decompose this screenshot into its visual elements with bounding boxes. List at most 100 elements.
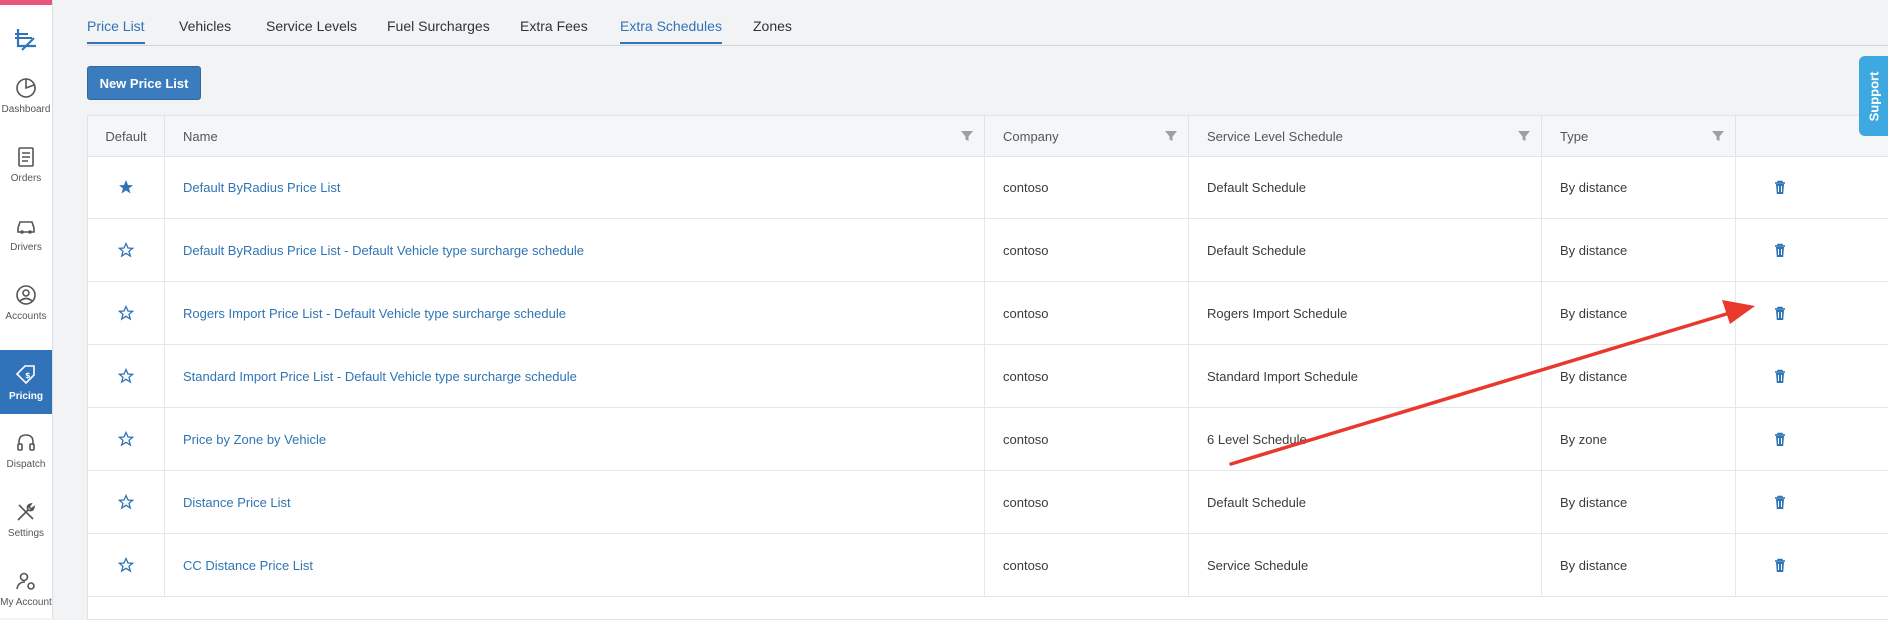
schedule-cell: 6 Level Schedule — [1189, 408, 1542, 470]
filter-icon[interactable] — [1711, 129, 1725, 143]
company-cell: contoso — [985, 534, 1189, 596]
sidebar-item-label: Accounts — [5, 310, 47, 322]
tab-fuel-surcharges[interactable]: Fuel Surcharges — [387, 18, 490, 42]
actions-cell — [1736, 219, 1888, 281]
trash-icon[interactable] — [1772, 305, 1788, 321]
sidebar-item-my-account[interactable]: My Account — [0, 558, 52, 618]
column-header-type[interactable]: Type — [1542, 116, 1736, 156]
default-cell — [88, 282, 165, 344]
trash-icon[interactable] — [1772, 431, 1788, 447]
name-cell: Rogers Import Price List - Default Vehic… — [165, 282, 985, 344]
name-cell: CC Distance Price List — [165, 534, 985, 596]
tools-icon — [17, 502, 36, 521]
star-outline-icon[interactable] — [118, 431, 134, 447]
new-price-list-button[interactable]: New Price List — [87, 66, 201, 100]
svg-text:$: $ — [25, 371, 31, 380]
sidebar-item-dispatch[interactable]: Dispatch — [0, 420, 52, 480]
price-list-name-link[interactable]: Price by Zone by Vehicle — [183, 432, 326, 447]
actions-cell — [1736, 282, 1888, 344]
star-outline-icon[interactable] — [118, 305, 134, 321]
schedule-value: Default Schedule — [1207, 242, 1307, 258]
company-value: contoso — [1003, 242, 1049, 258]
company-value: contoso — [1003, 179, 1049, 195]
type-cell: By distance — [1542, 156, 1736, 218]
type-value: By distance — [1560, 557, 1628, 573]
trash-icon[interactable] — [1772, 494, 1788, 510]
sidebar-item-label: Dashboard — [1, 103, 51, 115]
support-button[interactable]: Support — [1859, 56, 1888, 136]
star-outline-icon[interactable] — [118, 494, 134, 510]
sidebar-item-dashboard[interactable]: Dashboard — [0, 65, 52, 125]
actions-cell — [1736, 471, 1888, 533]
schedule-value: Standard Import Schedule — [1207, 368, 1359, 384]
sidebar-item-label: Settings — [7, 527, 45, 539]
name-cell: Standard Import Price List - Default Veh… — [165, 345, 985, 407]
table-row: Standard Import Price List - Default Veh… — [88, 345, 1888, 408]
star-outline-icon[interactable] — [118, 557, 134, 573]
star-outline-icon[interactable] — [118, 242, 134, 258]
orders-icon — [18, 146, 34, 167]
sidebar-item-label: Dispatch — [6, 458, 46, 470]
sidebar-item-label: Pricing — [9, 390, 43, 402]
company-cell: contoso — [985, 345, 1189, 407]
sidebar-item-label: Drivers — [10, 241, 42, 253]
sidebar-item-label: Orders — [10, 172, 42, 184]
schedule-cell: Service Schedule — [1189, 534, 1542, 596]
column-header-name[interactable]: Name — [165, 116, 985, 156]
price-list-name-link[interactable]: Default ByRadius Price List - Default Ve… — [183, 243, 584, 258]
actions-cell — [1736, 345, 1888, 407]
column-header-label: Name — [183, 128, 218, 144]
trash-icon[interactable] — [1772, 242, 1788, 258]
company-cell: contoso — [985, 156, 1189, 218]
default-cell — [88, 219, 165, 281]
schedule-value: 6 Level Schedule — [1207, 431, 1307, 447]
price-list-name-link[interactable]: Rogers Import Price List - Default Vehic… — [183, 306, 566, 321]
type-cell: By distance — [1542, 219, 1736, 281]
column-header-service-level-schedule[interactable]: Service Level Schedule — [1189, 116, 1542, 156]
actions-cell — [1736, 534, 1888, 596]
name-cell: Default ByRadius Price List - Default Ve… — [165, 219, 985, 281]
name-cell: Price by Zone by Vehicle — [165, 408, 985, 470]
trash-icon[interactable] — [1772, 557, 1788, 573]
table-header: Default Name Company Service Level Sched… — [88, 116, 1888, 157]
column-header-default[interactable]: Default — [88, 116, 165, 156]
schedule-value: Default Schedule — [1207, 494, 1307, 510]
type-cell: By distance — [1542, 345, 1736, 407]
trash-icon[interactable] — [1772, 368, 1788, 384]
tab-service-levels[interactable]: Service Levels — [266, 18, 357, 42]
tab-price-list[interactable]: Price List — [87, 18, 145, 44]
default-cell — [88, 408, 165, 470]
filter-icon[interactable] — [1164, 129, 1178, 143]
sidebar-item-drivers[interactable]: Drivers — [0, 203, 52, 263]
type-cell: By distance — [1542, 471, 1736, 533]
star-outline-icon[interactable] — [118, 368, 134, 384]
schedule-cell: Standard Import Schedule — [1189, 345, 1542, 407]
schedule-cell: Rogers Import Schedule — [1189, 282, 1542, 344]
tab-extra-schedules[interactable]: Extra Schedules — [620, 18, 722, 44]
price-list-name-link[interactable]: Standard Import Price List - Default Veh… — [183, 369, 577, 384]
type-value: By distance — [1560, 305, 1628, 321]
price-list-name-link[interactable]: Distance Price List — [183, 495, 291, 510]
tab-zones[interactable]: Zones — [753, 18, 792, 42]
star-filled-icon[interactable] — [118, 179, 134, 195]
price-list-name-link[interactable]: CC Distance Price List — [183, 558, 313, 573]
sidebar-item-accounts[interactable]: Accounts — [0, 272, 52, 332]
sidebar-item-orders[interactable]: Orders — [0, 134, 52, 194]
trash-icon[interactable] — [1772, 179, 1788, 195]
type-value: By distance — [1560, 179, 1628, 195]
tab-extra-fees[interactable]: Extra Fees — [520, 18, 588, 42]
filter-icon[interactable] — [1517, 129, 1531, 143]
default-cell — [88, 345, 165, 407]
sidebar-item-pricing[interactable]: $ Pricing — [0, 350, 52, 414]
filter-icon[interactable] — [960, 129, 974, 143]
sidebar: Dashboard Orders Drivers Accounts $ Pric… — [0, 0, 53, 618]
column-header-company[interactable]: Company — [985, 116, 1189, 156]
app-logo-icon[interactable] — [12, 26, 40, 54]
price-list-name-link[interactable]: Default ByRadius Price List — [183, 180, 341, 195]
schedule-value: Service Schedule — [1207, 557, 1309, 573]
headset-icon — [17, 433, 35, 451]
sidebar-item-settings[interactable]: Settings — [0, 489, 52, 549]
price-tag-icon: $ — [15, 364, 35, 384]
tab-vehicles[interactable]: Vehicles — [179, 18, 231, 42]
type-cell: By distance — [1542, 534, 1736, 596]
